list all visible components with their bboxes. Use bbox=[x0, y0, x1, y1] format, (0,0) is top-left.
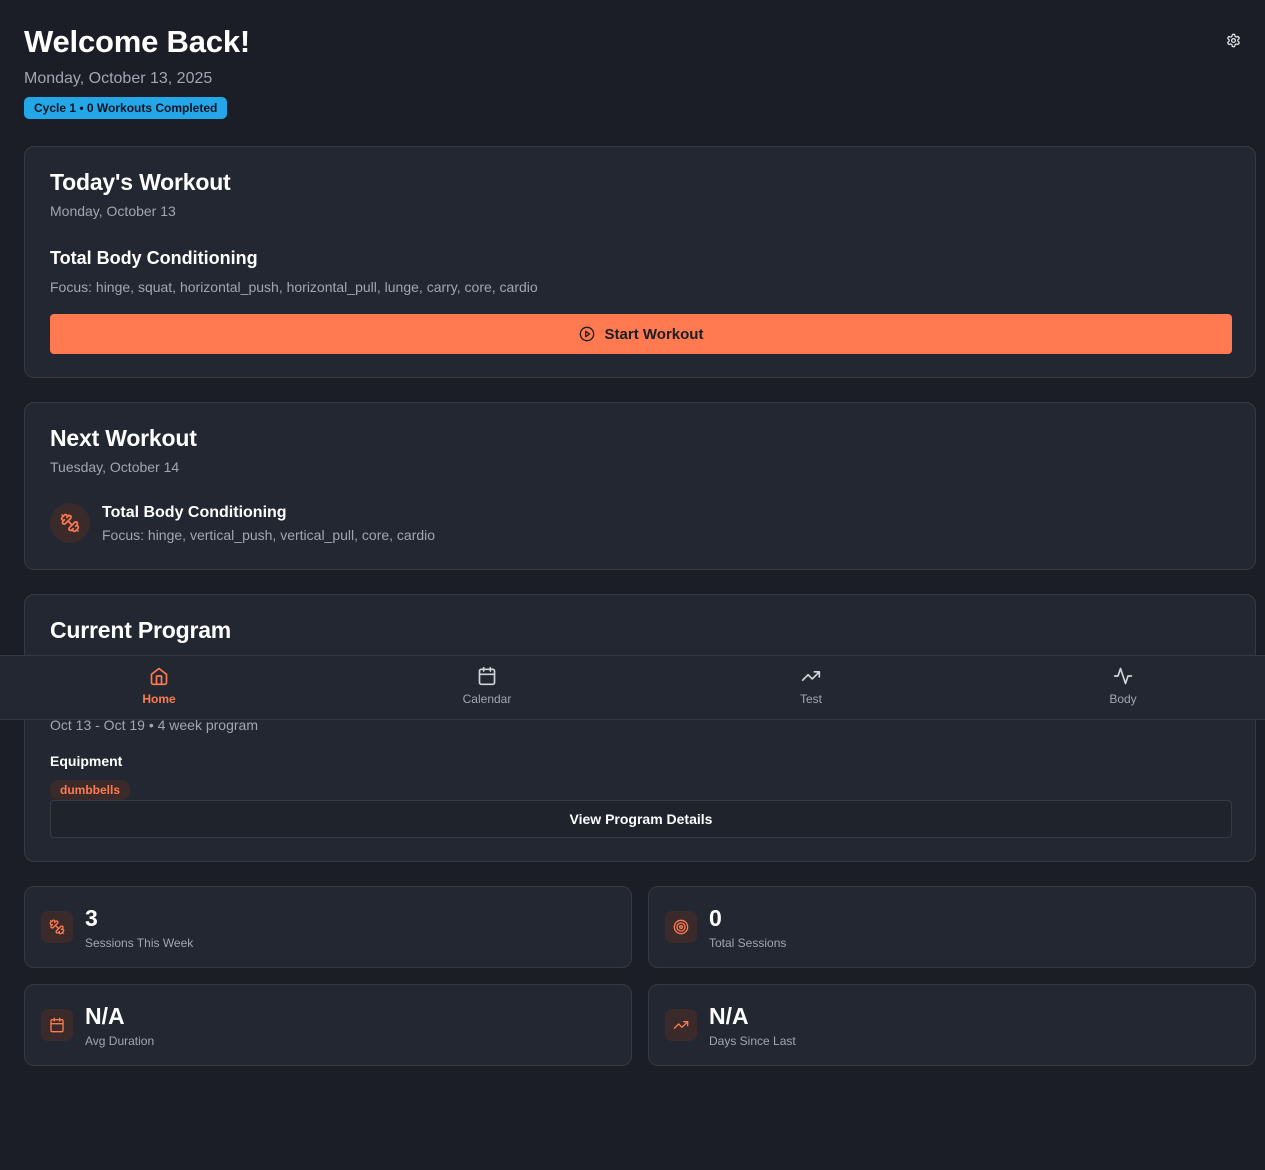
stat-card-sessions-this-week: 3 Sessions This Week bbox=[24, 886, 632, 968]
page-title: Welcome Back! bbox=[24, 24, 250, 59]
dumbbell-icon bbox=[49, 919, 65, 935]
stat-value: 3 bbox=[85, 905, 98, 931]
dumbbell-icon bbox=[60, 513, 80, 533]
nav-item-home[interactable]: Home bbox=[109, 666, 209, 712]
stat-value: N/A bbox=[85, 1003, 125, 1029]
stat-card-days-since-last: N/A Days Since Last bbox=[648, 984, 1256, 1066]
equipment-label: Equipment bbox=[50, 753, 123, 769]
card-title: Current Program bbox=[50, 617, 232, 643]
home-icon bbox=[150, 667, 168, 686]
equipment-tag: dumbbells bbox=[50, 780, 131, 800]
nav-item-body[interactable]: Body bbox=[1073, 666, 1173, 712]
workout-focus: Focus: hinge, squat, horizontal_push, ho… bbox=[50, 279, 538, 295]
start-workout-button[interactable]: Start Workout bbox=[50, 314, 1232, 354]
target-icon bbox=[673, 919, 689, 935]
stat-label: Days Since Last bbox=[709, 1034, 796, 1048]
gear-icon bbox=[1226, 33, 1240, 47]
next-workout-icon-badge bbox=[50, 503, 90, 543]
calendar-icon bbox=[50, 1017, 64, 1033]
nav-label: Calendar bbox=[462, 692, 512, 706]
header: Welcome Back! Monday, October 13, 2025 C… bbox=[24, 22, 1241, 119]
start-workout-label: Start Workout bbox=[604, 325, 704, 343]
current-date: Monday, October 13, 2025 bbox=[24, 70, 213, 87]
stat-card-avg-duration: N/A Avg Duration bbox=[24, 984, 632, 1066]
nav-label: Body bbox=[1109, 692, 1137, 706]
trending-up-icon bbox=[673, 1021, 689, 1029]
settings-button[interactable] bbox=[1225, 32, 1241, 48]
card-title: Next Workout bbox=[50, 425, 197, 451]
view-program-details-button[interactable]: View Program Details bbox=[50, 800, 1232, 838]
card-title: Today's Workout bbox=[50, 169, 231, 195]
trending-up-icon bbox=[801, 671, 821, 681]
current-program-card: Current Program Oct 13 - Oct 19 • 4 week… bbox=[24, 594, 1256, 862]
cycle-badge: Cycle 1 • 0 Workouts Completed bbox=[24, 97, 228, 119]
todays-workout-card: Today's Workout Monday, October 13 Total… bbox=[24, 146, 1256, 378]
nav-label: Home bbox=[142, 692, 176, 706]
stat-icon-badge bbox=[665, 911, 697, 943]
calendar-icon bbox=[478, 666, 496, 686]
stat-label: Avg Duration bbox=[85, 1034, 155, 1048]
stat-card-total-sessions: 0 Total Sessions bbox=[648, 886, 1256, 968]
nav-item-calendar[interactable]: Calendar bbox=[437, 666, 537, 712]
stat-value: 0 bbox=[709, 905, 722, 931]
nav-label: Test bbox=[799, 692, 822, 706]
bottom-nav: Home Calendar Test Body bbox=[0, 655, 1265, 720]
activity-icon bbox=[1113, 667, 1133, 685]
stat-value: N/A bbox=[709, 1003, 749, 1029]
stat-icon-badge bbox=[41, 1009, 73, 1041]
next-workout-focus: Focus: hinge, vertical_push, vertical_pu… bbox=[102, 527, 436, 543]
stat-icon-badge bbox=[665, 1009, 697, 1041]
stat-icon-badge bbox=[41, 911, 73, 943]
next-workout-card: Next Workout Tuesday, October 14 Total B… bbox=[24, 402, 1256, 570]
nav-item-test[interactable]: Test bbox=[761, 666, 861, 712]
next-workout-name: Total Body Conditioning bbox=[102, 504, 287, 521]
stat-label: Total Sessions bbox=[709, 936, 787, 950]
play-circle-icon bbox=[579, 326, 594, 342]
workout-name: Total Body Conditioning bbox=[50, 248, 258, 268]
card-date: Monday, October 13 bbox=[50, 203, 176, 219]
stat-label: Sessions This Week bbox=[85, 936, 194, 950]
dashboard: Welcome Back! Monday, October 13, 2025 C… bbox=[0, 0, 1265, 1170]
card-date: Tuesday, October 14 bbox=[50, 459, 180, 475]
